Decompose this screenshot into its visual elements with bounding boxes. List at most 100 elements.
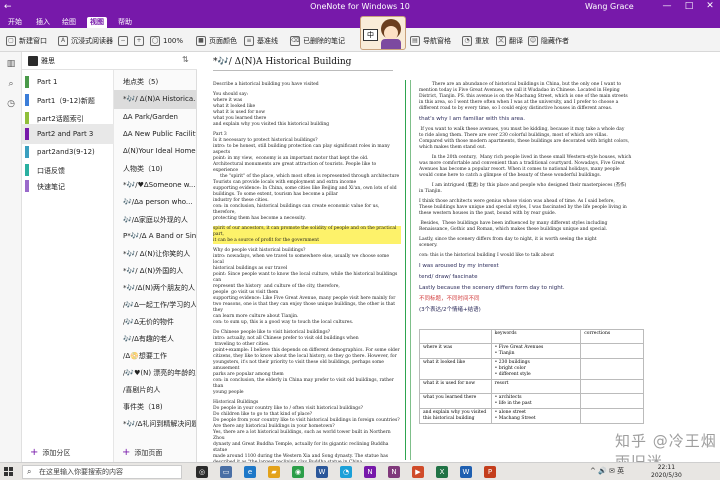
deleted-notes-button[interactable]: ⌫ 已删除的笔记 [290, 34, 345, 47]
sort-icon[interactable]: ⇅ [182, 55, 189, 64]
tab-insert[interactable]: 插入 [36, 17, 50, 27]
taskbar-app-icon[interactable]: X [436, 466, 448, 478]
note-paragraph[interactable]: 不同标题，不同时间不同 [419, 296, 641, 303]
minimize-button[interactable]: — [660, 1, 674, 11]
notebook-header[interactable]: 雅思 ⇅ [22, 52, 197, 70]
left-note-column[interactable]: Describe a historical building you have … [213, 82, 401, 462]
section-item[interactable]: Part1（9-12)新题 [22, 90, 114, 110]
maximize-button[interactable]: □ [682, 1, 696, 11]
taskbar-app-icon[interactable]: e [244, 466, 256, 478]
zoom-in-button[interactable]: + [134, 34, 147, 47]
user-name[interactable]: Wang Grace [585, 2, 634, 11]
clock[interactable]: 22:11 2020/5/30 [651, 464, 682, 480]
note-paragraph[interactable]: Part 3 Is it necessary to protect histor… [213, 132, 401, 222]
table-cell[interactable] [580, 393, 644, 409]
table-cell[interactable]: • architects • life in the past [490, 393, 582, 409]
windows-start-icon[interactable] [4, 467, 14, 477]
taskbar-app-icon[interactable]: ▭ [220, 466, 232, 478]
table-row: what you learned there • architects • lif… [419, 393, 644, 409]
taskbar-app-icon[interactable]: ◉ [292, 466, 304, 478]
page-item[interactable]: 地点类（5) [114, 72, 196, 91]
tab-draw[interactable]: 绘图 [62, 17, 76, 27]
table-cell[interactable]: what you learned there [419, 393, 492, 409]
note-paragraph[interactable]: Describe a historical building you have … [213, 82, 401, 88]
tab-help[interactable]: 帮助 [118, 17, 132, 27]
note-paragraph[interactable]: In the 20th century, Many rich people li… [419, 155, 641, 179]
taskbar-app-icon[interactable]: P [484, 466, 496, 478]
taskbar-app-icon[interactable]: ◔ [340, 466, 352, 478]
taskbar-app-icon[interactable]: ◎ [196, 466, 208, 478]
add-page-button[interactable]: + 添加页面 [122, 447, 162, 458]
tab-view[interactable]: 视图 [87, 17, 107, 28]
table-header: keywords [490, 329, 582, 344]
note-paragraph[interactable]: (3个表达/2个情绪+结语) [419, 307, 641, 314]
right-note-column[interactable]: There are an abundance of historical bui… [419, 82, 641, 318]
table-cell[interactable]: where it was [419, 343, 492, 359]
taskbar-app-icon[interactable]: ▶ [412, 466, 424, 478]
table-cell[interactable] [580, 358, 644, 380]
search-icon[interactable]: ⌕ [5, 78, 17, 90]
note-paragraph[interactable]: that's why I am familiar with this area. [419, 116, 641, 123]
navigation-pane-button[interactable]: ▤ 导航窗格 [410, 34, 451, 47]
page-canvas[interactable]: *🎶/ Δ(N)A Historical Building Describe a… [197, 52, 720, 462]
note-paragraph[interactable]: Historical Buildings Do people in your c… [213, 400, 401, 462]
taskbar-app-icon[interactable]: N [388, 466, 400, 478]
taskbar-app-icon[interactable]: W [460, 466, 472, 478]
section-item-selected[interactable]: Part2 and Part 3 [22, 124, 114, 144]
table-cell[interactable] [580, 379, 644, 394]
note-paragraph[interactable]: I am intrigued (着迷) by this place and pe… [419, 183, 641, 195]
table-cell[interactable]: • Five Great Avenues • Tianjin [490, 343, 582, 359]
note-paragraph[interactable]: I was aroused by my interest [419, 263, 641, 270]
section-color [25, 128, 29, 140]
table-cell[interactable]: • 230 buildings • bright color • differe… [490, 358, 582, 380]
note-paragraph[interactable]: Lastly because the scenery differs form … [419, 285, 641, 292]
note-paragraph[interactable]: Why do people visit historical buildings… [213, 248, 401, 326]
replay-button[interactable]: ◔ 重放 [462, 34, 489, 47]
taskbar-app-icon[interactable]: W [316, 466, 328, 478]
pages-list: 地点类（5) *🎶/ Δ(N)A Historica... ΔA Park/Ga… [114, 70, 197, 462]
rule-lines-button[interactable]: ≡ 基准线 [244, 34, 278, 47]
outline-table[interactable]: keywords corrections where it was • Five … [419, 329, 644, 424]
table-cell[interactable]: what it is used for now [419, 379, 492, 394]
immersive-reader-button[interactable]: A 沉浸式阅读器 [58, 34, 113, 47]
table-cell[interactable]: what it looked like [419, 358, 492, 380]
page-color-button[interactable]: ■ 页面颜色 [196, 34, 237, 47]
taskbar-app-icon[interactable]: N [364, 466, 376, 478]
table-cell[interactable]: • alone street • Machang Street [490, 408, 582, 424]
note-paragraph[interactable]: Lastly, since the scenery differs from d… [419, 237, 641, 249]
recent-icon[interactable]: ◷ [5, 98, 17, 110]
zoom-100-button[interactable]: ◯ 100% [150, 34, 183, 47]
taskbar-search-input[interactable]: ⌕ 在这里输入你要搜索的内容 [22, 465, 182, 479]
note-paragraph[interactable]: You should say: where it was what it loo… [213, 92, 401, 128]
system-tray[interactable]: ^ 🔊 ✉ 英 [590, 466, 624, 476]
table-row: what it is used for now resort [419, 379, 644, 394]
note-paragraph[interactable]: If you want to walk these avenues, you m… [419, 127, 641, 151]
taskbar-app-icon[interactable]: ▰ [268, 466, 280, 478]
table-cell[interactable] [580, 408, 644, 424]
page-item[interactable]: *🎶/Δ礼问到精解决问题 [114, 414, 196, 433]
note-paragraph[interactable]: con: this is the historical building I w… [419, 253, 641, 259]
table-cell[interactable] [580, 343, 644, 359]
add-section-button[interactable]: + 添加分区 [30, 447, 70, 458]
note-paragraph[interactable]: I think those architects were genius who… [419, 199, 641, 217]
close-button[interactable]: ✕ [703, 1, 717, 11]
section-item[interactable]: part2and3(9-12) [22, 142, 114, 162]
zoom-out-button[interactable]: − [118, 34, 131, 47]
notebooks-icon[interactable]: ▥ [5, 58, 17, 70]
table-cell[interactable]: and explain why you visited this histori… [419, 408, 492, 424]
translate-button[interactable]: 文翻译 [496, 34, 523, 47]
section-item[interactable]: 快速笔记 [22, 176, 114, 196]
note-paragraph[interactable]: There are an abundance of historical bui… [419, 82, 641, 112]
note-paragraph[interactable]: tend/ draw/ fascinate [419, 274, 641, 281]
section-item[interactable]: Part 1 [22, 72, 114, 92]
hide-authors-button[interactable]: ☺ 隐藏作者 [528, 34, 569, 47]
note-paragraph[interactable]: spirit of our ancestors, it can promote … [213, 226, 401, 244]
table-cell[interactable]: resort [490, 379, 582, 394]
note-paragraph[interactable]: Besides, These buildings have been influ… [419, 221, 641, 233]
column-divider [410, 80, 411, 460]
note-paragraph[interactable]: Do Chinese people like to visit historic… [213, 330, 401, 396]
page-item-selected[interactable]: *🎶/ Δ(N)A Historica... [114, 90, 196, 109]
tab-home[interactable]: 开始 [8, 17, 22, 27]
page-title[interactable]: *🎶/ Δ(N)A Historical Building [213, 57, 351, 67]
new-window-button[interactable]: ▢ 新建窗口 [6, 34, 47, 47]
